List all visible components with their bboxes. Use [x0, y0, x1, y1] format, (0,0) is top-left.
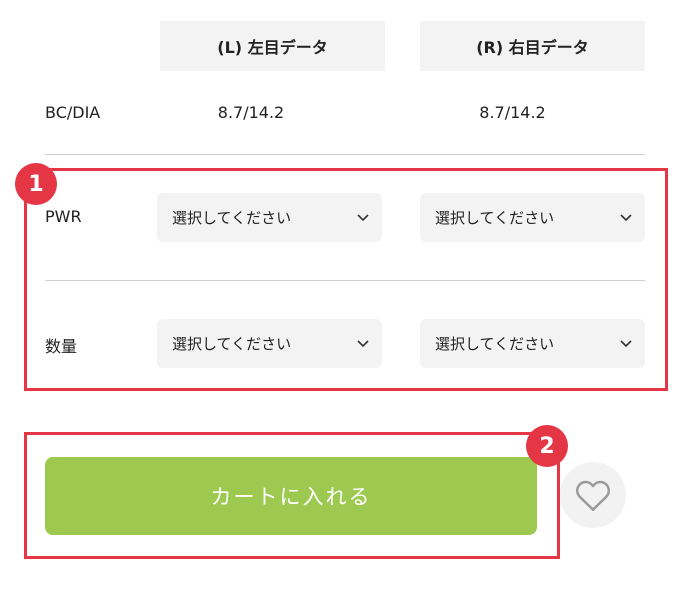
- add-to-cart-label: カートに入れる: [210, 485, 372, 509]
- annotation-badge-1-label: 1: [28, 171, 44, 197]
- right-eye-header-label: (R) 右目データ: [476, 38, 589, 57]
- left-eye-header-label: (L) 左目データ: [217, 38, 328, 57]
- add-to-cart-button[interactable]: カートに入れる: [45, 457, 537, 535]
- right-eye-header: (R) 右目データ: [420, 21, 645, 71]
- bc-dia-right-value: 8.7/14.2: [479, 103, 546, 122]
- annotation-badge-2-label: 2: [539, 433, 555, 459]
- annotation-highlight-selects: [24, 168, 668, 391]
- heart-icon: [575, 480, 611, 511]
- left-eye-header: (L) 左目データ: [160, 21, 385, 71]
- row-divider: [45, 154, 645, 155]
- bc-dia-left-value: 8.7/14.2: [217, 103, 285, 122]
- favorite-button[interactable]: [560, 462, 626, 528]
- annotation-badge-2: 2: [526, 425, 568, 467]
- annotation-badge-1: 1: [15, 163, 57, 205]
- bc-dia-label: BC/DIA: [45, 103, 101, 122]
